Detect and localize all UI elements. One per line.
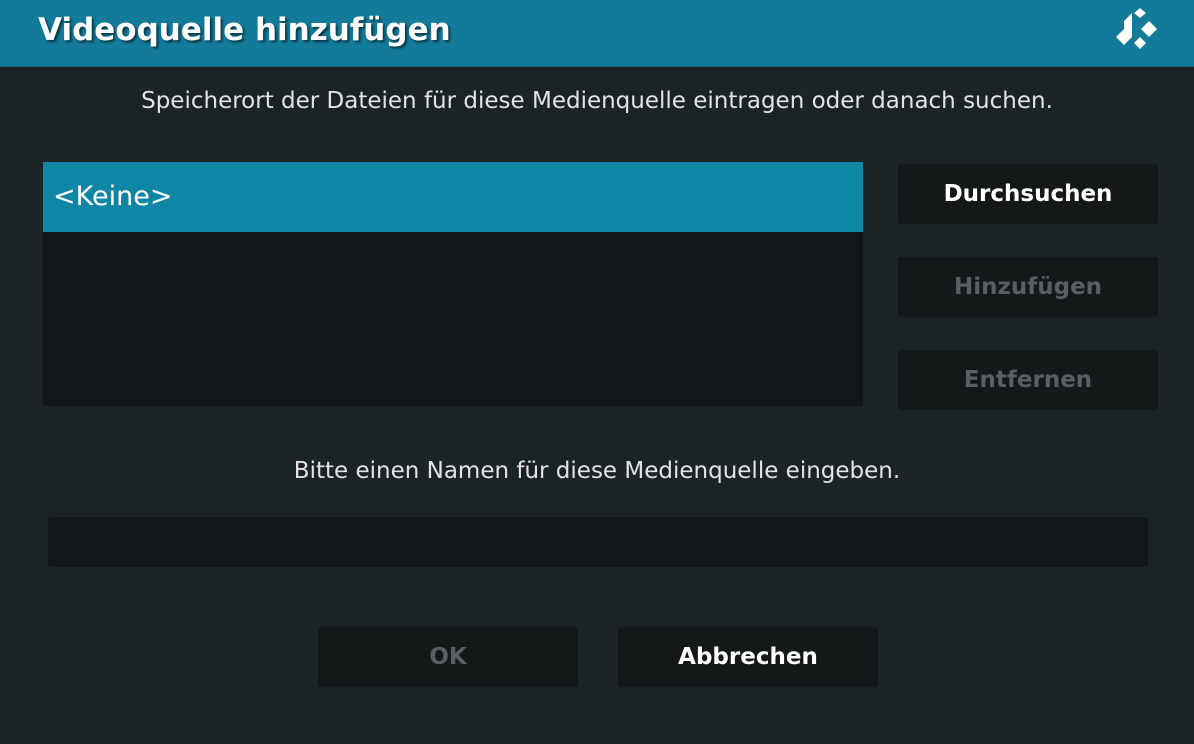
dialog-header: Videoquelle hinzufügen — [0, 0, 1194, 67]
browse-button[interactable]: Durchsuchen — [898, 164, 1158, 224]
kodi-logo-icon — [1116, 8, 1157, 49]
remove-button[interactable]: Entfernen — [898, 350, 1158, 410]
source-name-instruction: Bitte einen Namen für diese Medienquelle… — [293, 458, 901, 484]
ok-button[interactable]: OK — [318, 627, 578, 687]
source-path-list[interactable]: <Keine> — [43, 162, 863, 406]
dialog-title: Videoquelle hinzufügen — [38, 12, 451, 48]
add-button[interactable]: Hinzufügen — [898, 257, 1158, 317]
source-path-instruction: Speicherort der Dateien für diese Medien… — [141, 88, 1053, 114]
source-name-input[interactable] — [48, 517, 1148, 567]
cancel-button[interactable]: Abbrechen — [618, 627, 878, 687]
path-list-item[interactable]: <Keine> — [43, 162, 863, 232]
